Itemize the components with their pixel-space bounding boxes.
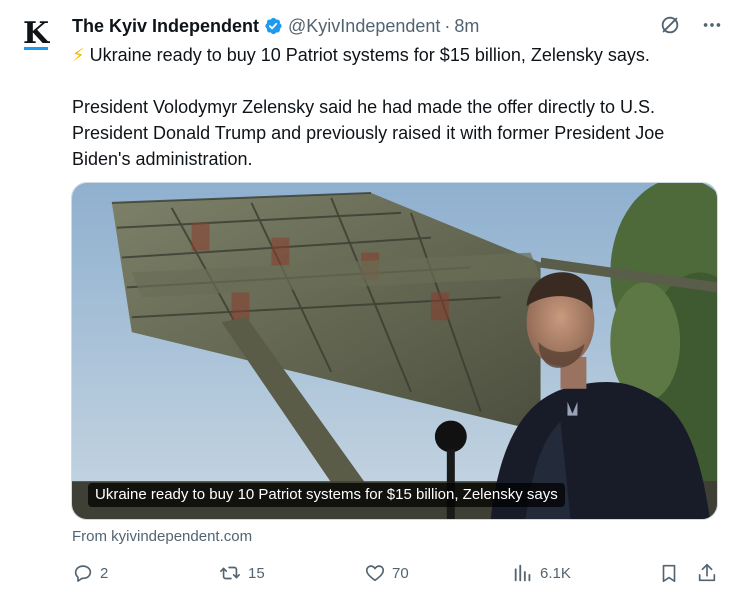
avatar-logo-underline bbox=[24, 47, 48, 50]
timestamp[interactable]: 8m bbox=[454, 16, 479, 37]
views-count: 6.1K bbox=[540, 564, 571, 582]
repost-count: 15 bbox=[248, 564, 265, 582]
reply-icon bbox=[74, 565, 92, 582]
share-icon bbox=[698, 563, 716, 582]
tweet-body: President Volodymyr Zelensky said he had… bbox=[72, 97, 665, 169]
repost-button[interactable]: 15 bbox=[218, 562, 265, 584]
like-button[interactable]: 70 bbox=[364, 562, 409, 584]
tweet-actions-bar: 2 15 70 6.1K bbox=[72, 562, 722, 586]
media-card[interactable]: Ukraine ready to buy 10 Patriot systems … bbox=[71, 182, 718, 520]
display-name[interactable]: The Kyiv Independent bbox=[72, 16, 259, 37]
patriot-launcher-photo bbox=[72, 183, 717, 519]
more-icon[interactable] bbox=[701, 14, 723, 36]
verified-badge-icon bbox=[265, 17, 282, 35]
avatar-logo-letter: K bbox=[22, 16, 50, 51]
tweet-header: The Kyiv Independent @KyivIndependent · … bbox=[72, 14, 723, 38]
media-caption: Ukraine ready to buy 10 Patriot systems … bbox=[88, 483, 565, 507]
share-button[interactable] bbox=[696, 562, 718, 584]
handle[interactable]: @KyivIndependent bbox=[288, 16, 440, 37]
bookmark-icon bbox=[662, 564, 676, 583]
bookmark-button[interactable] bbox=[658, 562, 680, 584]
header-actions bbox=[659, 14, 723, 36]
separator-dot: · bbox=[444, 15, 451, 36]
views-icon bbox=[514, 564, 531, 582]
reply-button[interactable]: 2 bbox=[72, 562, 108, 584]
grok-icon[interactable] bbox=[659, 14, 681, 36]
lightning-icon: ⚡ bbox=[72, 45, 85, 65]
tweet-text: ⚡ Ukraine ready to buy 10 Patriot system… bbox=[72, 42, 712, 172]
like-icon bbox=[365, 565, 385, 582]
repost-icon bbox=[220, 566, 240, 580]
tweet-headline: Ukraine ready to buy 10 Patriot systems … bbox=[89, 45, 650, 65]
like-count: 70 bbox=[392, 564, 409, 582]
views-button[interactable]: 6.1K bbox=[512, 562, 571, 584]
avatar[interactable]: K bbox=[16, 16, 56, 56]
reply-count: 2 bbox=[100, 564, 109, 582]
tweet-headline-line: ⚡ Ukraine ready to buy 10 Patriot system… bbox=[72, 42, 712, 68]
link-source[interactable]: From kyivindependent.com bbox=[72, 528, 252, 545]
